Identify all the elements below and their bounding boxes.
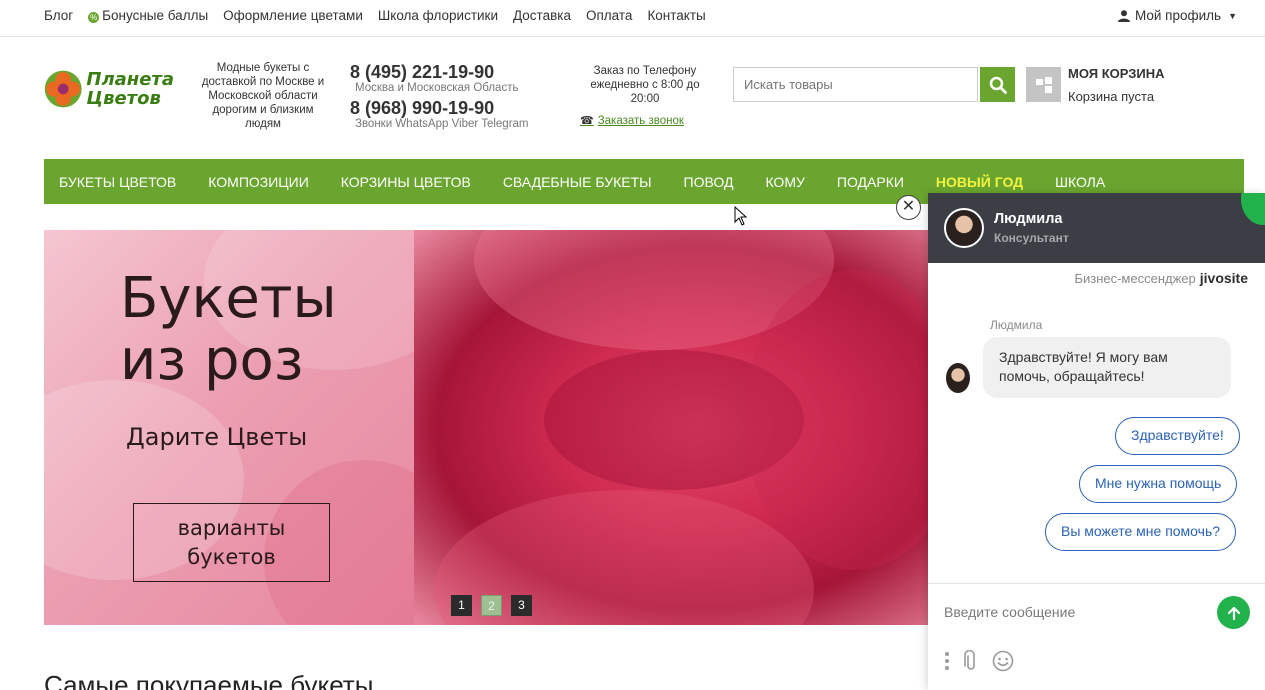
nav-item-recipient[interactable]: КОМУ bbox=[765, 174, 804, 190]
cart-status: Корзина пуста bbox=[1068, 89, 1155, 104]
nav-item-bouquets[interactable]: БУКЕТЫ ЦВЕТОВ bbox=[59, 174, 176, 190]
agent-avatar bbox=[944, 208, 984, 248]
profile-menu[interactable]: Мой профиль ▼ bbox=[1117, 8, 1237, 23]
chat-close-button[interactable]: ✕ bbox=[896, 195, 921, 220]
paperclip-icon[interactable] bbox=[964, 650, 978, 672]
callback-label: Заказать звонок bbox=[597, 114, 684, 127]
arrow-up-icon bbox=[1227, 606, 1240, 620]
top-link-blog[interactable]: Блог bbox=[44, 8, 73, 23]
flower-logo-icon bbox=[44, 70, 82, 108]
bonus-icon: % bbox=[88, 12, 100, 23]
slide-dot-2[interactable]: 2 bbox=[481, 595, 502, 616]
nav-item-new-year[interactable]: НОВЫЙ ГОД bbox=[936, 174, 1023, 190]
order-hours: Заказ по Телефону ежедневно с 8:00 до 20… bbox=[590, 65, 700, 105]
banner-title: Букеты из роз bbox=[120, 268, 337, 392]
profile-label: Мой профиль bbox=[1134, 8, 1222, 23]
phone-mobile-caption: Звонки WhatsApp Viber Telegram bbox=[355, 118, 529, 130]
quick-reply-can-you-help[interactable]: Вы можете мне помочь? bbox=[1045, 513, 1237, 551]
top-link-contacts[interactable]: Контакты bbox=[647, 8, 705, 23]
mouse-cursor-icon bbox=[734, 206, 748, 226]
cart-title[interactable]: МОЯ КОРЗИНА bbox=[1068, 66, 1165, 81]
search-input[interactable] bbox=[733, 67, 978, 102]
phone-mobile[interactable]: 8 (968) 990-19-90 bbox=[350, 98, 529, 118]
slide-dot-3[interactable]: 3 bbox=[511, 595, 532, 616]
hero-banner[interactable]: Букеты из роз Дарите Цветы варианты буке… bbox=[44, 230, 928, 625]
page: Блог % Бонусные баллы Оформление цветами … bbox=[0, 0, 1265, 690]
quick-reply-need-help[interactable]: Мне нужна помощь bbox=[1079, 465, 1238, 503]
banner-subtitle: Дарите Цветы bbox=[126, 423, 308, 451]
logo-line1: Планета bbox=[86, 69, 174, 90]
top-links: Блог % Бонусные баллы Оформление цветами … bbox=[44, 8, 706, 23]
nav-item-gifts[interactable]: ПОДАРКИ bbox=[837, 174, 904, 190]
top-links-bar: Блог % Бонусные баллы Оформление цветами … bbox=[0, 0, 1265, 37]
logo-line2: Цветов bbox=[86, 88, 161, 109]
nav-item-school[interactable]: ШКОЛА bbox=[1055, 174, 1105, 190]
online-indicator bbox=[1241, 193, 1265, 225]
jivosite-logo: jivosite bbox=[1199, 270, 1248, 286]
emoji-icon[interactable] bbox=[992, 650, 1014, 672]
message-avatar bbox=[946, 363, 970, 393]
top-link-delivery[interactable]: Доставка bbox=[513, 8, 571, 23]
tagline: Модные букеты с доставкой по Москве и Мо… bbox=[201, 62, 325, 130]
cart-icon-button[interactable] bbox=[1026, 67, 1061, 102]
chat-widget: Людмила Консультант Бизнес-мессенджер ji… bbox=[928, 193, 1265, 690]
section-title: Самые покупаемые букеты bbox=[44, 670, 374, 690]
rose-image bbox=[414, 230, 928, 625]
nav-item-wedding[interactable]: СВАДЕБНЫЕ БУКЕТЫ bbox=[503, 174, 652, 190]
banner-title-line2: из роз bbox=[120, 328, 304, 393]
send-button[interactable] bbox=[1217, 596, 1250, 629]
top-link-decor[interactable]: Оформление цветами bbox=[223, 8, 363, 23]
top-link-bonus[interactable]: % Бонусные баллы bbox=[88, 8, 208, 23]
message-bubble: Здравствуйте! Я могу вам помочь, обращай… bbox=[983, 337, 1231, 398]
message-author: Людмила bbox=[990, 318, 1043, 332]
banner-cta-line1: варианты bbox=[177, 516, 286, 540]
nav-item-compositions[interactable]: КОМПОЗИЦИИ bbox=[208, 174, 309, 190]
brand-label: Бизнес-мессенджер bbox=[1074, 270, 1196, 286]
banner-cta-button[interactable]: варианты букетов bbox=[133, 503, 330, 582]
chat-branding[interactable]: Бизнес-мессенджер jivosite bbox=[1074, 270, 1248, 286]
banner-cta-line2: букетов bbox=[187, 545, 276, 569]
quick-reply-hello[interactable]: Здравствуйте! bbox=[1115, 417, 1240, 455]
chat-header: Людмила Консультант bbox=[928, 193, 1265, 263]
nav-item-baskets[interactable]: КОРЗИНЫ ЦВЕТОВ bbox=[341, 174, 471, 190]
search-button[interactable] bbox=[980, 67, 1015, 102]
close-icon: ✕ bbox=[901, 198, 916, 215]
agent-role: Консультант bbox=[994, 231, 1069, 245]
top-link-bonus-label: Бонусные баллы bbox=[102, 8, 209, 23]
more-options-icon[interactable] bbox=[944, 651, 950, 671]
chevron-down-icon: ▼ bbox=[1228, 10, 1237, 21]
chat-input-area: Введите сообщение bbox=[928, 583, 1265, 690]
nav-item-occasion[interactable]: ПОВОД bbox=[684, 174, 734, 190]
phone-icon: ☎ bbox=[580, 115, 594, 127]
phone-moscow-caption: Москва и Московская Область bbox=[355, 82, 519, 94]
slider-pagination: 1 2 3 bbox=[451, 595, 532, 616]
site-logo[interactable]: Планета Цветов bbox=[44, 62, 174, 116]
cart-icon bbox=[1035, 76, 1052, 93]
callback-link[interactable]: ☎ Заказать звонок bbox=[580, 114, 684, 128]
top-link-payment[interactable]: Оплата bbox=[586, 8, 632, 23]
phones-block: 8 (495) 221-19-90 Москва и Московская Об… bbox=[350, 62, 529, 134]
user-icon bbox=[1117, 9, 1130, 22]
banner-title-line1: Букеты bbox=[120, 266, 337, 331]
agent-name: Людмила bbox=[994, 211, 1063, 227]
chat-toolbar bbox=[944, 650, 1014, 672]
chat-message-input[interactable]: Введите сообщение bbox=[944, 604, 1075, 620]
slide-dot-1[interactable]: 1 bbox=[451, 595, 472, 616]
phone-moscow[interactable]: 8 (495) 221-19-90 bbox=[350, 62, 529, 82]
top-link-school[interactable]: Школа флористики bbox=[378, 8, 498, 23]
search-icon bbox=[989, 76, 1007, 94]
logo-text: Планета Цветов bbox=[86, 70, 174, 108]
